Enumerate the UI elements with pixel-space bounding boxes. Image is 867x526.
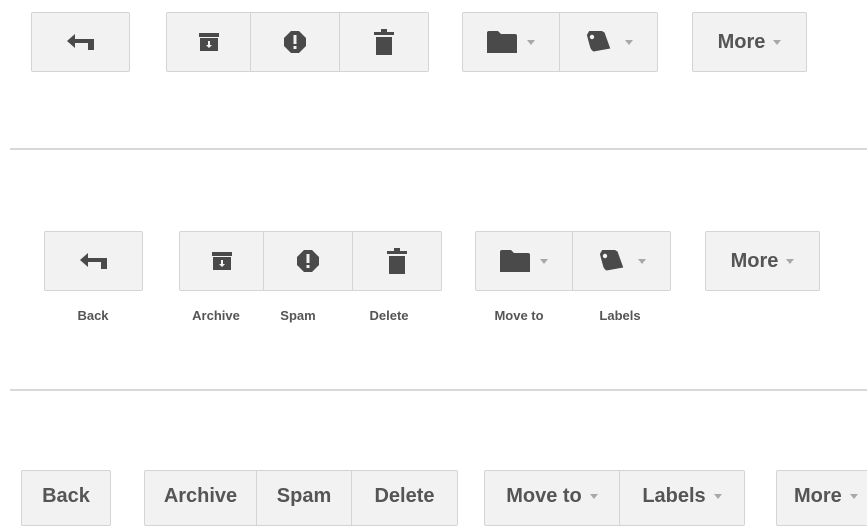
row2-organize-group xyxy=(475,231,671,291)
row2-move-to-button[interactable] xyxy=(475,231,573,291)
delete-label: Delete xyxy=(374,485,435,507)
caption-back: Back xyxy=(77,308,109,323)
archive-label: Archive xyxy=(163,485,238,507)
row1-action-group xyxy=(166,12,429,72)
caption-archive: Archive xyxy=(192,308,240,323)
more-label: More xyxy=(794,485,842,507)
more-label: More xyxy=(730,249,779,272)
divider-1 xyxy=(10,148,867,150)
row2-action-group xyxy=(179,231,442,291)
row1-spam-button[interactable] xyxy=(251,12,340,72)
move-to-label: Move to xyxy=(506,485,582,507)
row1-delete-button[interactable] xyxy=(340,12,429,72)
back-arrow-icon xyxy=(66,34,95,50)
row1-more-button[interactable]: More xyxy=(692,12,807,72)
back-label: Back xyxy=(42,485,90,507)
row2-spam-button[interactable] xyxy=(264,231,353,291)
row1-labels-button[interactable] xyxy=(560,12,658,72)
chevron-down-icon xyxy=(713,494,722,499)
chevron-down-icon xyxy=(589,494,598,499)
chevron-down-icon xyxy=(773,39,782,45)
spam-icon xyxy=(284,31,306,53)
chevron-down-icon xyxy=(624,39,633,45)
tag-icon xyxy=(598,250,626,272)
chevron-down-icon xyxy=(786,258,795,264)
back-arrow-icon xyxy=(79,253,108,269)
more-label: More xyxy=(717,30,766,53)
folder-icon xyxy=(500,250,530,272)
archive-icon xyxy=(211,252,232,270)
tag-icon xyxy=(585,31,613,53)
row2-delete-button[interactable] xyxy=(353,231,442,291)
chevron-down-icon xyxy=(540,258,548,264)
caption-spam: Spam xyxy=(280,308,316,323)
labels-label: Labels xyxy=(642,485,706,507)
chevron-down-icon xyxy=(637,258,646,264)
folder-icon xyxy=(487,31,517,53)
trash-icon xyxy=(374,29,394,55)
row1-back-button[interactable] xyxy=(31,12,130,72)
divider-2 xyxy=(10,389,867,391)
archive-icon xyxy=(198,33,219,51)
trash-icon xyxy=(387,248,407,274)
row2-archive-button[interactable] xyxy=(179,231,264,291)
row2-back-button[interactable] xyxy=(44,231,143,291)
caption-move-to: Move to xyxy=(494,308,544,323)
row2-labels-button[interactable] xyxy=(573,231,671,291)
row1-move-to-button[interactable] xyxy=(462,12,560,72)
caption-delete: Delete xyxy=(369,308,409,323)
row2-more-button[interactable]: More xyxy=(705,231,820,291)
caption-labels: Labels xyxy=(599,308,641,323)
chevron-down-icon xyxy=(527,39,535,45)
row1-archive-button[interactable] xyxy=(166,12,251,72)
spam-icon xyxy=(297,250,319,272)
chevron-down-icon xyxy=(849,494,858,499)
row1-organize-group xyxy=(462,12,658,72)
spam-label: Spam xyxy=(276,485,332,507)
